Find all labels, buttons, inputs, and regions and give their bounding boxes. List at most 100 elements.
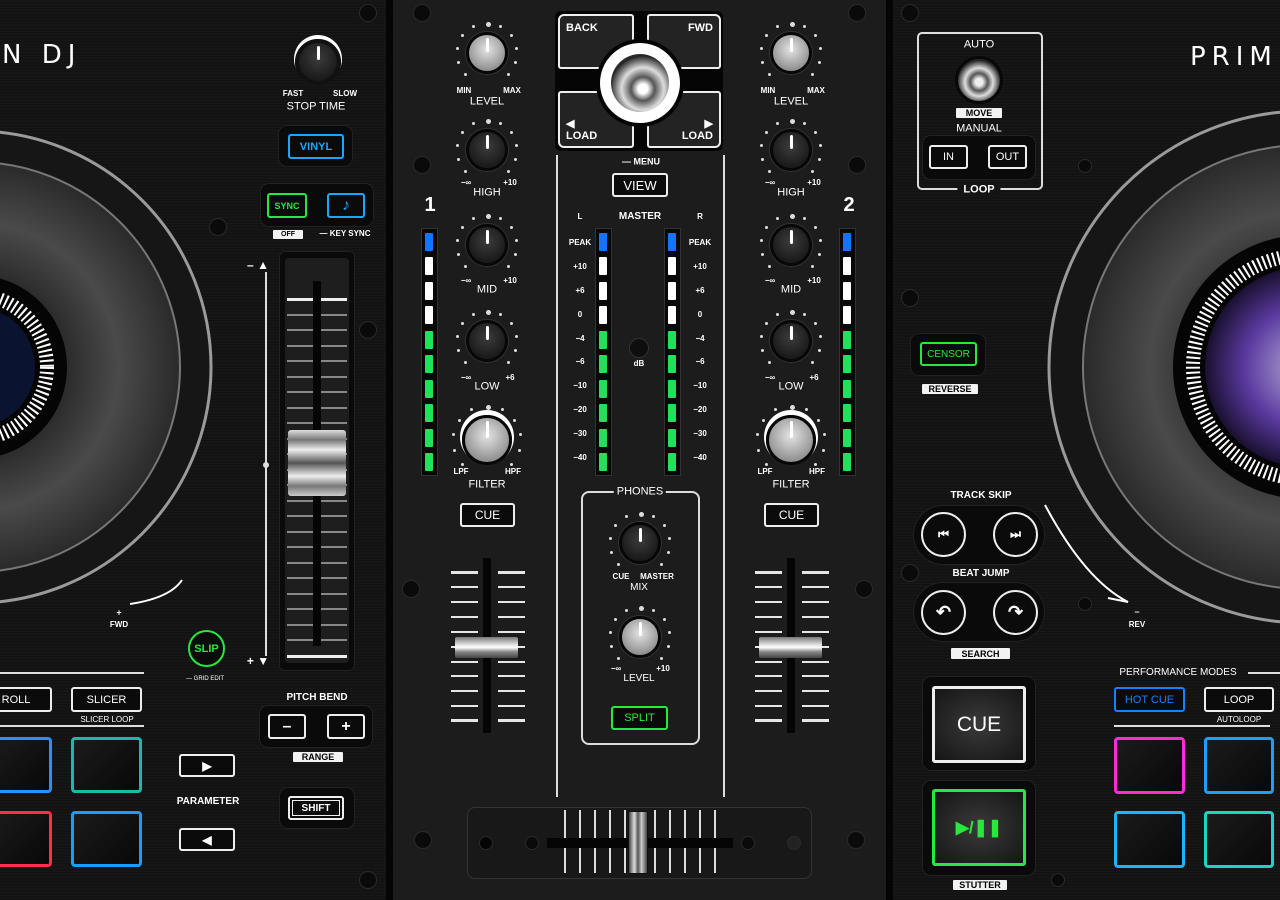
meter-segment <box>599 379 607 398</box>
knob-scale-dot <box>509 225 513 229</box>
master-level-knob[interactable] <box>629 338 649 358</box>
pitch-bend-minus-button[interactable]: – <box>268 714 306 739</box>
loop-in-button[interactable]: IN <box>929 145 968 169</box>
filter-knob[interactable] <box>462 415 512 465</box>
channel-fader-handle[interactable] <box>455 637 518 658</box>
channel-cue-button[interactable]: CUE <box>764 503 819 527</box>
knob-scale-dot <box>509 462 513 466</box>
level-knob[interactable] <box>770 32 812 74</box>
sync-button[interactable]: SYNC <box>267 193 307 218</box>
knob-scale-dot <box>456 157 460 161</box>
browse-knob[interactable] <box>611 54 669 112</box>
skip-forward-icon: ⏭ <box>1010 527 1021 541</box>
vinyl-button[interactable]: VINYL <box>288 134 344 159</box>
knob-scale-dot <box>499 121 503 125</box>
fader-tick <box>755 661 782 663</box>
knob-scale-dot <box>789 309 795 315</box>
knob-scale-dot <box>514 348 518 352</box>
knob-scale-dot <box>485 21 491 27</box>
stop-time-label: STOP TIME <box>286 100 346 113</box>
high-eq-knob[interactable] <box>770 129 812 171</box>
filter-knob[interactable] <box>766 415 816 465</box>
meter-segment <box>599 452 607 471</box>
crossfader-handle[interactable] <box>628 811 648 874</box>
performance-pad-5[interactable] <box>1114 811 1185 868</box>
right-jog-wheel[interactable] <box>1044 110 1280 624</box>
track-prev-button[interactable]: ⏮ <box>921 512 966 557</box>
meter-segment <box>843 281 851 300</box>
split-button[interactable]: SPLIT <box>611 706 668 730</box>
meter-scale-label-left: 0 <box>577 310 583 319</box>
low-eq-knob[interactable] <box>466 320 508 362</box>
left-jog-wheel[interactable] <box>0 130 213 605</box>
knob-indicator <box>789 38 793 52</box>
performance-pad-6[interactable] <box>71 811 142 867</box>
meter-segment <box>668 404 676 423</box>
performance-pad-1[interactable] <box>1114 737 1185 794</box>
level-max-label: MAX <box>807 86 825 95</box>
pitch-bend-plus-button[interactable]: + <box>327 714 365 739</box>
meter-segment <box>843 257 851 276</box>
performance-pad-6[interactable] <box>1204 811 1274 868</box>
auto-loop-knob[interactable] <box>955 56 1003 104</box>
arrow-right-icon: ▶ <box>704 118 713 130</box>
db-label: dB <box>633 359 645 368</box>
slip-button[interactable]: SLIP <box>188 630 225 667</box>
cue-button[interactable]: CUE <box>932 686 1026 763</box>
level-knob[interactable] <box>466 32 508 74</box>
key-sync-label: — KEY SYNC <box>319 229 371 238</box>
channel-fader-handle[interactable] <box>759 637 822 658</box>
phones-level-label: LEVEL <box>623 673 655 684</box>
fader-tick <box>755 675 782 677</box>
loop-out-button[interactable]: OUT <box>988 145 1027 169</box>
mid-eq-knob[interactable] <box>466 224 508 266</box>
beat-jump-back-button[interactable]: ↶ <box>921 590 966 635</box>
screw <box>414 831 432 849</box>
slicer-mode-button[interactable]: SLICER <box>71 687 142 712</box>
knob-indicator <box>485 421 489 438</box>
parameter-next-button[interactable]: ▶ <box>179 754 235 777</box>
knob-scale-dot <box>818 60 822 64</box>
fader-tick <box>802 661 829 663</box>
meter-segment <box>599 306 607 325</box>
shift-button[interactable]: SHIFT <box>288 796 344 820</box>
knob-scale-dot <box>803 24 807 28</box>
pitch-bend-label: PITCH BEND <box>286 692 348 703</box>
hot-cue-mode-button[interactable]: HOT CUE <box>1114 687 1185 712</box>
performance-pad-5[interactable] <box>0 811 52 867</box>
meter-segment <box>668 355 676 374</box>
censor-button[interactable]: CENSOR <box>920 342 977 366</box>
key-sync-button[interactable]: ♪ <box>327 193 365 218</box>
screw <box>741 836 755 850</box>
performance-pad-2[interactable] <box>1204 737 1274 794</box>
play-pause-button[interactable]: ▶/❚❚ <box>932 789 1026 866</box>
performance-pad-1[interactable] <box>0 737 52 793</box>
loop-mode-button[interactable]: LOOP <box>1204 687 1274 712</box>
screw <box>901 4 919 22</box>
parameter-prev-button[interactable]: ◀ <box>179 828 235 851</box>
beat-jump-forward-button[interactable]: ↷ <box>993 590 1038 635</box>
mid-label: MID <box>780 283 802 296</box>
roll-mode-button[interactable]: ROLL <box>0 687 52 712</box>
performance-pad-2[interactable] <box>71 737 142 793</box>
pitch-scale-tick <box>287 654 347 658</box>
knob-scale-dot <box>455 46 459 50</box>
stop-time-knob[interactable] <box>295 39 341 85</box>
knob-scale-dot <box>759 238 763 242</box>
low-label: LOW <box>778 380 804 393</box>
rev-label: REV <box>1128 620 1146 629</box>
knob-scale-dot <box>517 449 521 452</box>
brand-logo: PRIM <box>1190 42 1278 72</box>
knob-indicator <box>485 135 489 149</box>
channel-cue-button[interactable]: CUE <box>460 503 515 527</box>
pitch-fader-handle[interactable] <box>288 430 346 496</box>
low-eq-knob[interactable] <box>770 320 812 362</box>
fader-tick <box>755 616 782 618</box>
mid-eq-knob[interactable] <box>770 224 812 266</box>
high-eq-knob[interactable] <box>466 129 508 171</box>
knob-scale-dot <box>810 72 814 76</box>
mid-max-label: +10 <box>807 276 821 285</box>
low-min-label: −∞ <box>460 373 472 382</box>
view-button[interactable]: VIEW <box>612 173 668 197</box>
track-next-button[interactable]: ⏭ <box>993 512 1038 557</box>
